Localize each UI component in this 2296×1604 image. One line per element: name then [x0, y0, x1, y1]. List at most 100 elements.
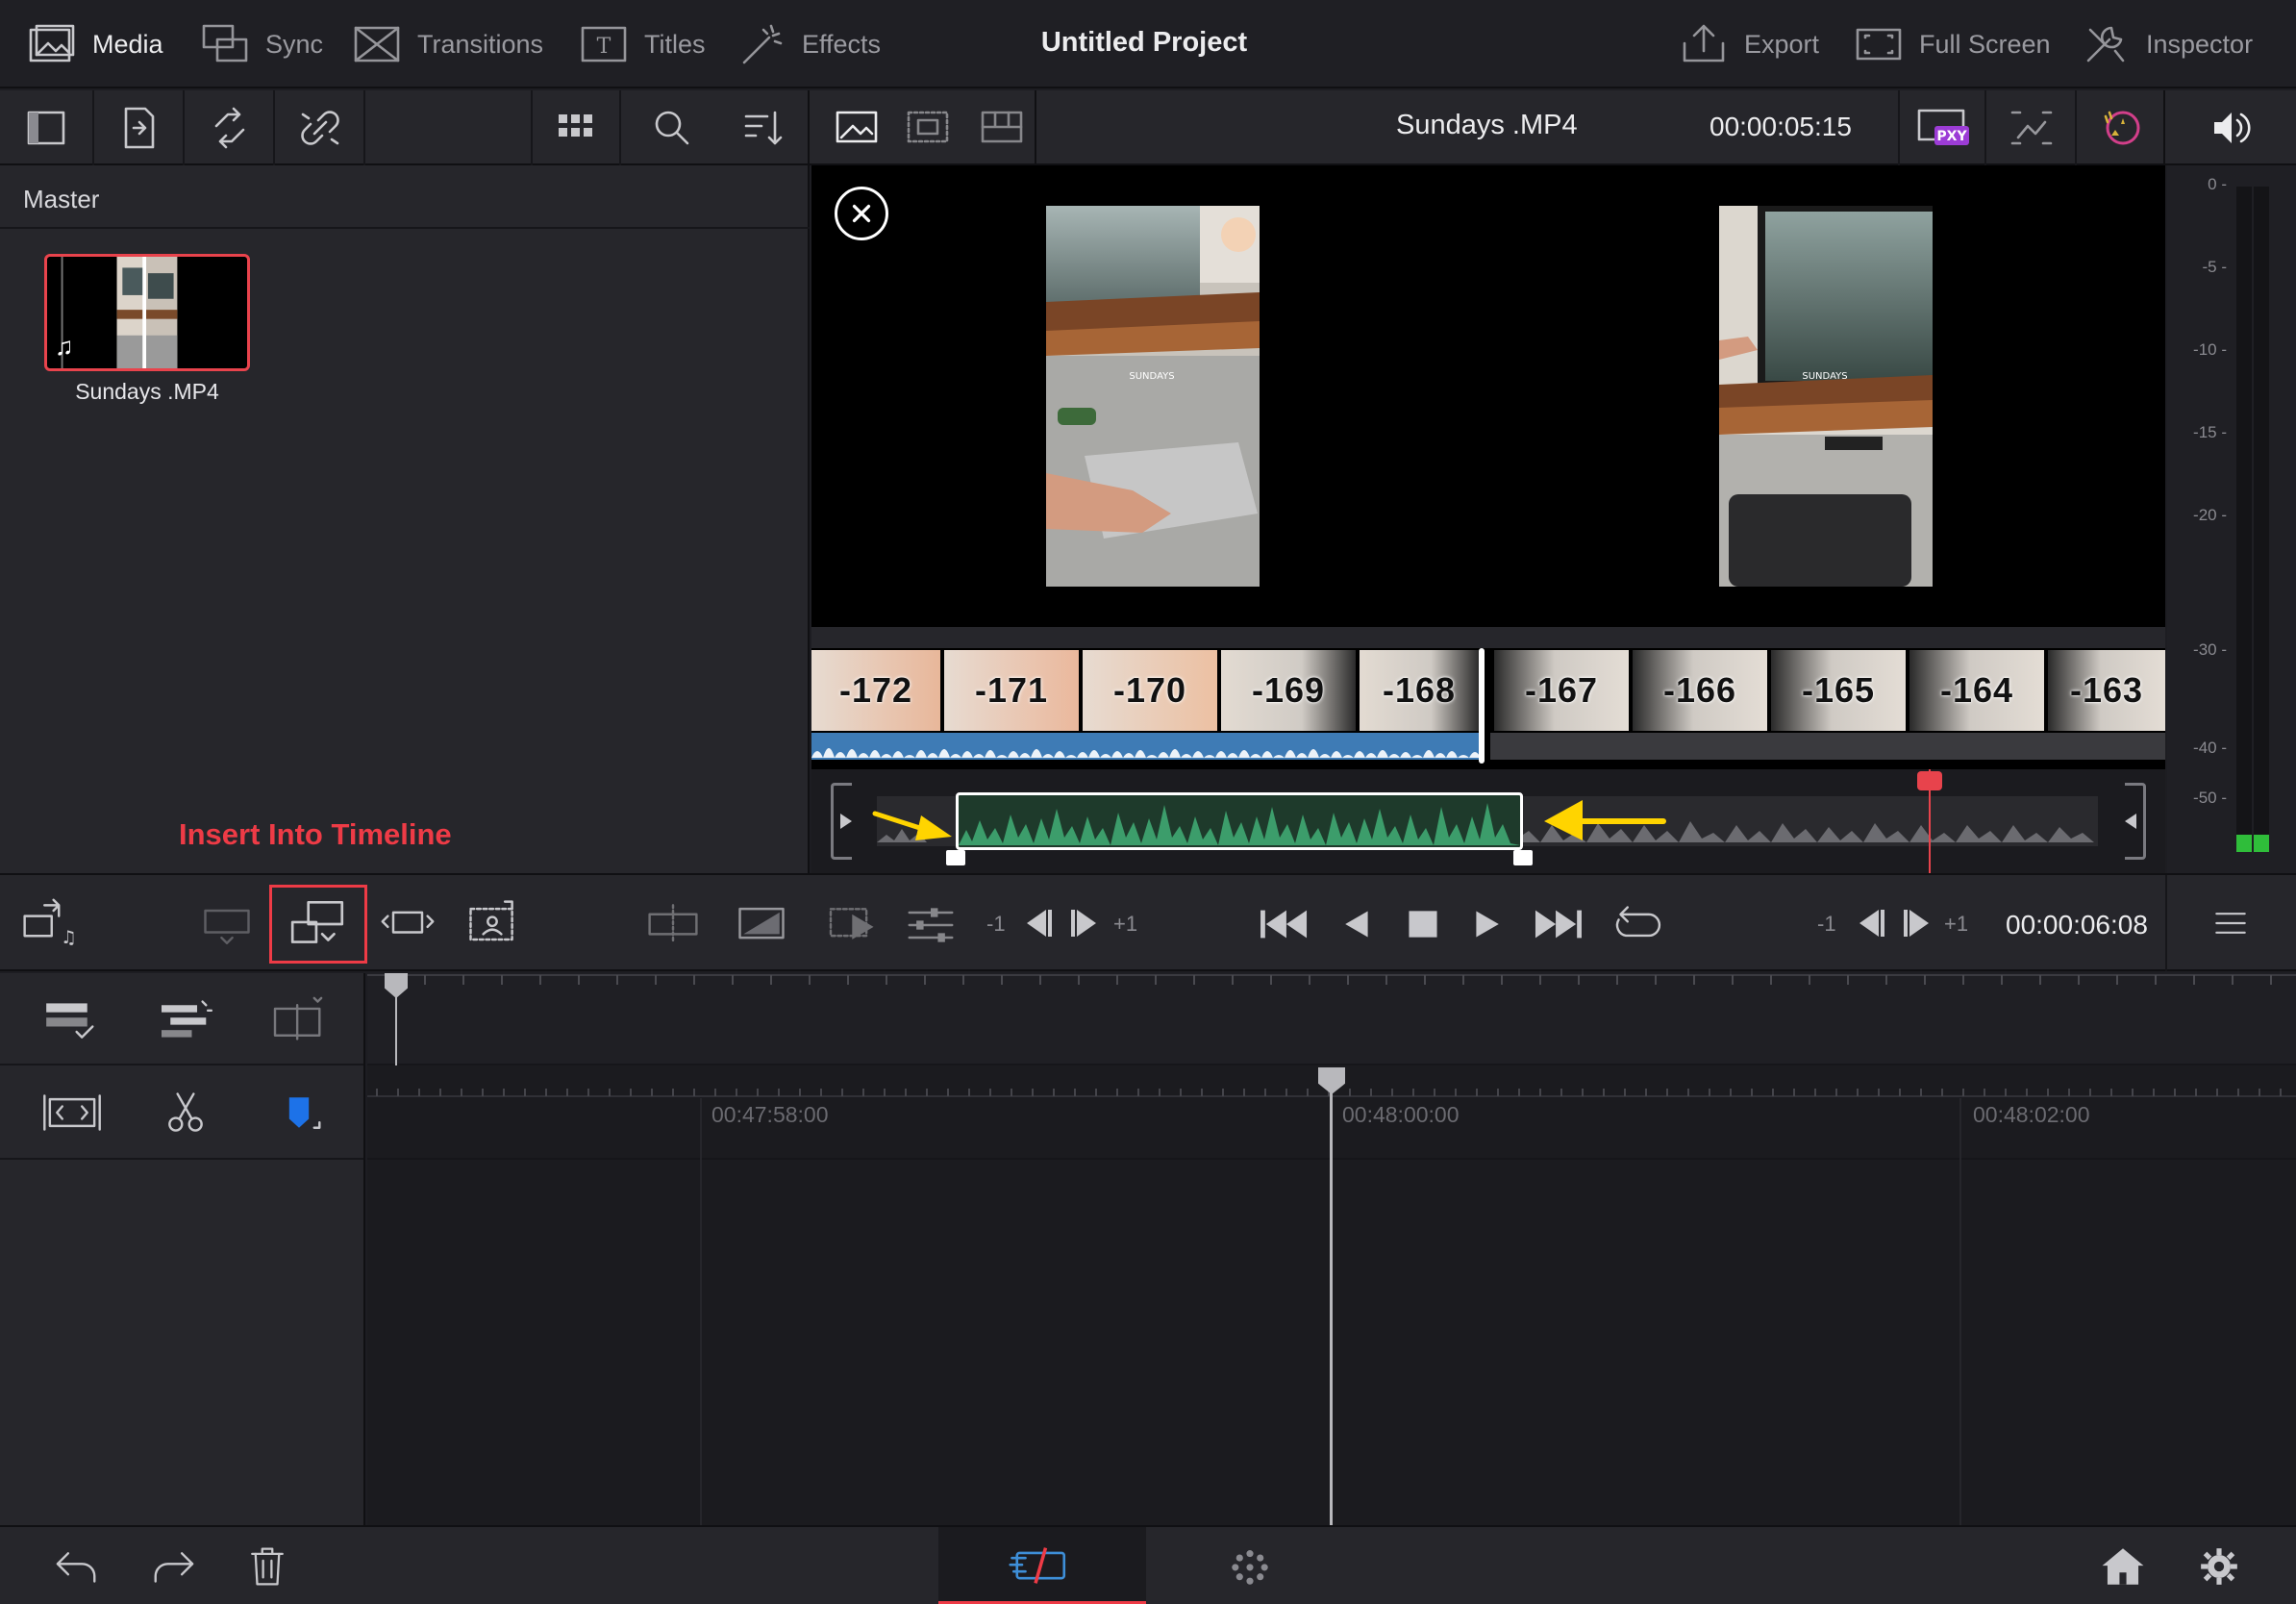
- proxy-badge: PXY: [1936, 129, 1967, 144]
- mini-playhead-marker[interactable]: [385, 973, 408, 998]
- toggle-panel-button[interactable]: [0, 90, 94, 165]
- zoom-to-fit-button[interactable]: [38, 1087, 106, 1139]
- append-button[interactable]: ♫: [17, 894, 79, 956]
- in-handle[interactable]: [946, 850, 965, 865]
- place-on-top-button[interactable]: [458, 894, 527, 956]
- page-cut-tab[interactable]: [938, 1527, 1146, 1604]
- snapping-button[interactable]: [152, 994, 219, 1046]
- clip-thumbnail[interactable]: ♫: [44, 254, 250, 371]
- reverse-button[interactable]: [1336, 900, 1375, 948]
- trash-icon: [251, 1547, 284, 1586]
- mini-timeline[interactable]: [367, 973, 2296, 1065]
- insert-into-timeline-button[interactable]: [269, 885, 367, 964]
- smart-insert-button[interactable]: [192, 894, 262, 956]
- filmstrip-playhead[interactable]: [1479, 648, 1485, 764]
- next-frame-button[interactable]: [1067, 904, 1106, 942]
- nudge-plus-label: +1: [1113, 912, 1138, 936]
- meter-bar-right: [2254, 187, 2269, 852]
- close-viewer-button[interactable]: [835, 187, 888, 240]
- timeline-tools-row-1: [0, 973, 363, 1065]
- menu-button[interactable]: [2208, 902, 2254, 944]
- live-overwrite-button[interactable]: [825, 898, 886, 952]
- sort-button[interactable]: [719, 90, 810, 165]
- stop-button[interactable]: [1402, 900, 1444, 948]
- audio-mixer-button[interactable]: [902, 898, 960, 952]
- viewer-mode-strip-button[interactable]: [969, 90, 1036, 165]
- trim-icon: [273, 996, 323, 1040]
- grid-view-button[interactable]: [531, 90, 621, 165]
- redo-button[interactable]: [146, 1544, 200, 1589]
- search-button[interactable]: [629, 90, 715, 165]
- viewer-mode-single-button[interactable]: [825, 90, 888, 165]
- clip-scrubber[interactable]: [811, 769, 2165, 873]
- preview-frame-out: SUNDAYS: [1046, 206, 1260, 587]
- export-label: Export: [1744, 29, 1820, 59]
- full-screen-button[interactable]: Full Screen: [1854, 0, 2051, 88]
- import-media-button[interactable]: [96, 90, 185, 165]
- track-options-button[interactable]: [38, 994, 106, 1046]
- full-screen-label: Full Screen: [1919, 29, 2051, 59]
- home-button[interactable]: [2096, 1542, 2150, 1591]
- source-overwrite-button[interactable]: [727, 894, 796, 956]
- tab-titles[interactable]: T Titles: [579, 0, 706, 88]
- viewer-mode-compare-button[interactable]: [896, 90, 960, 165]
- go-to-end-button[interactable]: [1529, 900, 1586, 948]
- next-frame-button-right[interactable]: [1900, 904, 1938, 942]
- arrow-right-annotation-icon: [872, 811, 952, 840]
- tab-transitions[interactable]: Transitions: [352, 0, 543, 88]
- insert-annotation: Insert Into Timeline: [179, 817, 452, 851]
- prev-frame-button-right[interactable]: [1850, 904, 1888, 942]
- timeline[interactable]: 00:47:58:00 00:48:00:00 00:48:02:00: [367, 973, 2296, 1525]
- filmstrip-icon: [981, 111, 1023, 143]
- loop-button[interactable]: [1608, 900, 1665, 948]
- jkl-filmstrip[interactable]: -172 -171 -170 -169 -168 -167 -166 -165 …: [811, 648, 2165, 769]
- meter-tick: -30 -: [2193, 640, 2227, 659]
- flag-button[interactable]: [265, 1087, 333, 1139]
- delete-button[interactable]: [244, 1542, 290, 1591]
- export-button[interactable]: Export: [1679, 0, 1819, 88]
- titles-icon: T: [581, 26, 627, 63]
- undo-button[interactable]: [50, 1544, 104, 1589]
- inspector-label: Inspector: [2146, 29, 2254, 59]
- compare-icon: [907, 111, 949, 143]
- unlink-button[interactable]: [277, 90, 365, 165]
- scrub-playhead-marker[interactable]: [1917, 771, 1942, 790]
- audio-waveform-selected: [811, 733, 1481, 760]
- ruler-timecode: 00:48:00:00: [1342, 1102, 1460, 1127]
- relink-icon: [214, 107, 245, 149]
- live-overwrite-icon: [829, 908, 874, 940]
- tab-media[interactable]: Media: [27, 0, 163, 88]
- out-handle[interactable]: [1513, 850, 1533, 865]
- stop-icon: [1409, 911, 1437, 938]
- play-button[interactable]: [1469, 900, 1508, 948]
- inspector-button[interactable]: Inspector: [2081, 0, 2253, 88]
- page-edit-tab[interactable]: [1223, 1544, 1277, 1589]
- timeline-playhead[interactable]: [1330, 1073, 1333, 1525]
- mini-playhead[interactable]: [395, 987, 397, 1065]
- prev-frame-button[interactable]: [1017, 904, 1056, 942]
- tab-effects[interactable]: Effects: [736, 0, 881, 88]
- meter-bar-left: [2236, 187, 2252, 852]
- media-pool-title[interactable]: Master: [23, 185, 99, 214]
- proxy-button[interactable]: PXY: [1898, 90, 1986, 165]
- settings-button[interactable]: [2192, 1542, 2246, 1591]
- hamburger-icon: [2215, 913, 2246, 934]
- tab-sync[interactable]: Sync: [200, 0, 323, 88]
- image-icon: [836, 111, 878, 143]
- tab-titles-label: Titles: [644, 29, 706, 59]
- ripple-overwrite-button[interactable]: [638, 894, 708, 956]
- selected-range[interactable]: [956, 792, 1523, 850]
- relink-button[interactable]: [187, 90, 275, 165]
- filmstrip-frame: -165: [1771, 650, 1906, 731]
- color-button[interactable]: [2079, 90, 2165, 165]
- split-clip-button[interactable]: [152, 1087, 219, 1139]
- svg-text:♫: ♫: [61, 928, 77, 948]
- go-to-start-button[interactable]: [1256, 900, 1313, 948]
- clip-name[interactable]: Sundays .MP4: [29, 379, 265, 405]
- viewer-transform-button[interactable]: [1988, 90, 2077, 165]
- close-icon: [852, 204, 871, 223]
- volume-button[interactable]: [2167, 90, 2296, 165]
- dynamic-trim-button[interactable]: [265, 994, 333, 1046]
- overwrite-button[interactable]: [373, 894, 442, 956]
- ruler-timecode: 00:48:02:00: [1973, 1102, 2090, 1127]
